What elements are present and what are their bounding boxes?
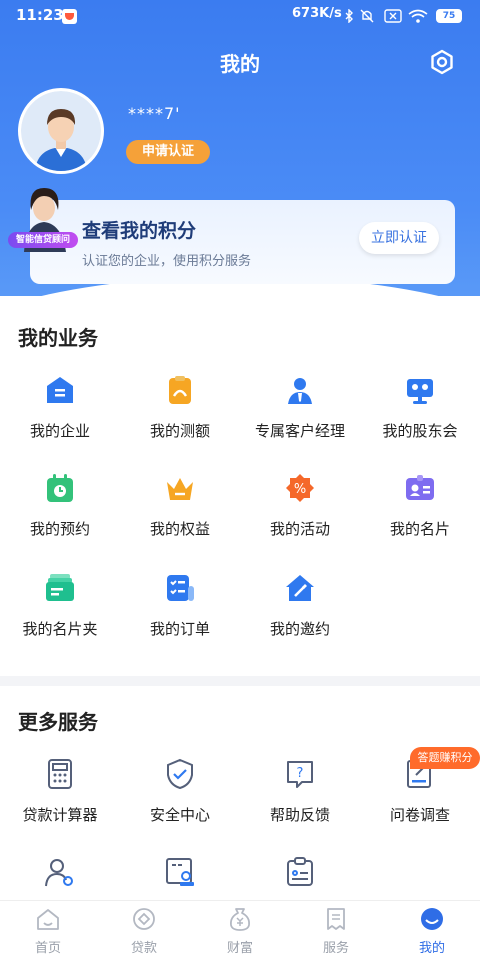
- svg-text:%: %: [294, 482, 306, 497]
- my-business-section: 我的业务 我的企业 我的测额 专属客户经理 我的股东会 我的预约 我的权益 % …: [0, 296, 480, 676]
- business-item-order[interactable]: 我的订单: [120, 572, 240, 662]
- sim-off-icon: [384, 9, 402, 23]
- account-manager-icon: [288, 378, 312, 404]
- more-item-calculator[interactable]: 贷款计算器: [0, 758, 120, 848]
- business-item-label: 我的邀约: [269, 620, 330, 638]
- people-icon: [45, 859, 73, 887]
- enterprise-icon: [47, 377, 73, 403]
- more-services-section: 更多服务 贷款计算器 安全中心 ? 帮助反馈 问卷调查: [0, 686, 480, 900]
- app-notification-icon: [62, 9, 77, 24]
- certify-now-button[interactable]: 立即认证: [359, 222, 439, 254]
- business-card-icon: [406, 475, 434, 500]
- points-card[interactable]: 查看我的积分 认证您的企业，使用积分服务 立即认证: [30, 200, 455, 284]
- calculator-icon: [48, 759, 72, 789]
- activity-icon: %: [286, 474, 314, 502]
- appointment-icon: [47, 474, 73, 502]
- clipboard-icon: [287, 857, 313, 886]
- more-item-label: 帮助反馈: [269, 806, 330, 824]
- business-item-label: 我的名片夹: [22, 620, 98, 638]
- more-item-label: 贷款计算器: [22, 806, 98, 824]
- business-item-label: 我的订单: [149, 620, 210, 638]
- tab-loan[interactable]: 贷款: [96, 901, 192, 960]
- business-item-label: 我的企业: [29, 422, 90, 440]
- tab-label: 首页: [34, 941, 61, 956]
- shield-icon: [167, 758, 193, 790]
- points-card-subtitle: 认证您的企业，使用积分服务: [82, 254, 252, 269]
- business-item-invitation[interactable]: 我的邀约: [240, 572, 360, 662]
- settings-gear-icon[interactable]: [428, 48, 456, 76]
- crown-icon: [167, 478, 193, 500]
- business-item-label: 我的预约: [29, 520, 90, 538]
- shareholder-meeting-icon: [407, 379, 433, 404]
- loan-icon: [133, 908, 155, 930]
- tab-label: 贷款: [130, 941, 157, 956]
- svg-text:?: ?: [297, 766, 304, 781]
- earn-points-badge[interactable]: 答题赚积分: [410, 747, 480, 769]
- battery-indicator: 75: [436, 9, 462, 23]
- quota-test-icon: [169, 376, 191, 404]
- more-item-help[interactable]: ? 帮助反馈: [240, 758, 360, 848]
- card-holder-icon: [46, 574, 74, 601]
- username: ****7': [128, 104, 181, 123]
- business-item-quota[interactable]: 我的测额: [120, 374, 240, 464]
- mine-icon: [421, 908, 443, 930]
- business-item-label: 我的名片: [389, 520, 450, 538]
- tab-service[interactable]: 服务: [288, 901, 384, 960]
- more-item-security[interactable]: 安全中心: [120, 758, 240, 848]
- tab-home[interactable]: 首页: [0, 901, 96, 960]
- user-avatar-icon: [21, 91, 101, 171]
- help-icon: ?: [287, 761, 313, 788]
- tab-label: 服务: [322, 941, 349, 956]
- more-item-label: 安全中心: [149, 806, 210, 824]
- tab-wealth[interactable]: 财富: [192, 901, 288, 960]
- bluetooth-icon: [345, 9, 353, 23]
- wifi-icon: [408, 9, 428, 23]
- business-item-account-manager[interactable]: 专属客户经理: [240, 374, 360, 464]
- business-item-rights[interactable]: 我的权益: [120, 472, 240, 562]
- wealth-icon: [229, 908, 251, 931]
- page-title: 我的: [220, 52, 260, 76]
- tab-mine[interactable]: 我的: [384, 901, 480, 960]
- business-item-label: 我的活动: [269, 520, 330, 538]
- more-section-title: 更多服务: [18, 710, 98, 734]
- profile-card-icon: [166, 858, 194, 886]
- business-item-label: 我的测额: [149, 422, 210, 440]
- mute-bell-icon: [360, 9, 374, 23]
- order-icon: [167, 575, 194, 601]
- business-item-shareholder[interactable]: 我的股东会: [360, 374, 480, 464]
- home-icon: [37, 909, 59, 930]
- more-item-survey[interactable]: 问卷调查: [360, 758, 480, 848]
- business-item-label: 我的股东会: [382, 422, 458, 440]
- tab-label: 财富: [226, 941, 253, 956]
- business-item-enterprise[interactable]: 我的企业: [0, 374, 120, 464]
- service-icon: [327, 908, 345, 930]
- avatar[interactable]: [18, 88, 104, 174]
- status-time: 11:23: [16, 6, 64, 24]
- apply-certification-button[interactable]: 申请认证: [126, 140, 210, 164]
- advisor-label[interactable]: 智能信贷顾问: [8, 232, 78, 248]
- points-card-title: 查看我的积分: [82, 220, 197, 242]
- more-item-label: 问卷调查: [389, 806, 450, 824]
- business-item-label: 我的权益: [149, 520, 210, 538]
- network-speed: 673K/s: [292, 6, 342, 21]
- business-section-title: 我的业务: [18, 326, 98, 350]
- invitation-icon: [286, 575, 314, 601]
- bottom-tab-bar: 首页 贷款 财富 服务 我的: [0, 900, 480, 960]
- business-item-label: 专属客户经理: [254, 422, 345, 440]
- business-item-card[interactable]: 我的名片: [360, 472, 480, 562]
- tab-label: 我的: [418, 941, 445, 956]
- business-item-card-holder[interactable]: 我的名片夹: [0, 572, 120, 662]
- business-item-activity[interactable]: % 我的活动: [240, 472, 360, 562]
- business-item-appointment[interactable]: 我的预约: [0, 472, 120, 562]
